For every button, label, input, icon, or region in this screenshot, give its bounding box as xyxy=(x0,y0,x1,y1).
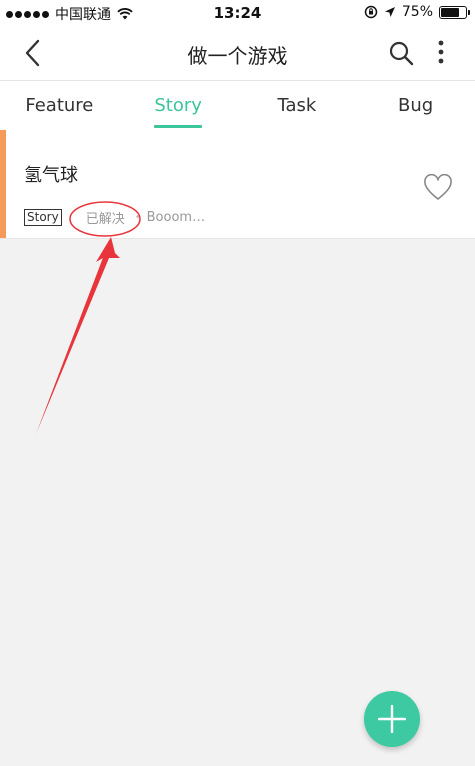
item-author: Booom… xyxy=(146,210,206,225)
nav-bar: 做一个游戏 xyxy=(0,26,475,80)
tab-task[interactable]: Task xyxy=(238,81,357,130)
status-right: 75% xyxy=(364,4,470,20)
list-item[interactable]: 氢气球 Story 已解决 • Booom… xyxy=(0,130,475,239)
plus-icon xyxy=(378,705,406,733)
item-accent-bar xyxy=(0,130,6,238)
add-button[interactable] xyxy=(364,691,420,747)
item-status: 已解决 xyxy=(85,212,125,227)
battery-percent: 75% xyxy=(401,4,433,20)
meta-separator-icon: • xyxy=(134,212,141,223)
annotation-arrow-shaft xyxy=(36,255,109,434)
item-type-tag: Story xyxy=(24,209,62,226)
heart-icon[interactable] xyxy=(423,174,453,202)
tab-bar: Feature Story Task Bug xyxy=(0,80,475,130)
rotation-lock-icon xyxy=(364,5,378,19)
annotation-arrow-head xyxy=(96,237,120,262)
battery-fill xyxy=(441,7,459,17)
location-arrow-icon xyxy=(384,7,395,17)
item-meta: Story 已解决 • Booom… xyxy=(24,208,205,227)
tab-feature[interactable]: Feature xyxy=(0,81,119,130)
more-vertical-icon[interactable] xyxy=(431,39,451,67)
battery-icon xyxy=(439,5,470,19)
tab-bug[interactable]: Bug xyxy=(356,81,475,130)
tab-story[interactable]: Story xyxy=(119,81,238,130)
status-bar: 中国联通 13:24 75% xyxy=(0,0,475,26)
search-icon[interactable] xyxy=(387,39,415,67)
item-title: 氢气球 xyxy=(24,165,78,186)
